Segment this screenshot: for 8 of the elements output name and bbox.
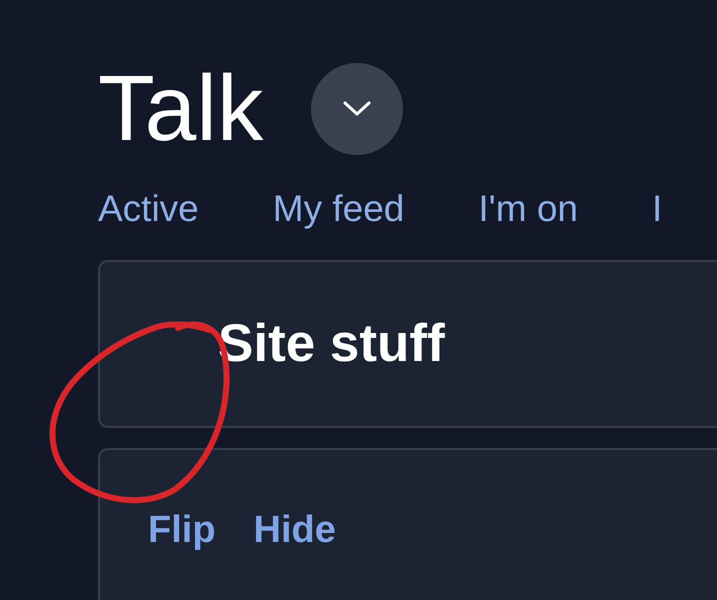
tab[interactable]: Active — [98, 189, 199, 230]
tab[interactable]: My feed — [272, 189, 404, 230]
action-link[interactable]: Flip — [148, 508, 216, 551]
page-title: Talk — [98, 62, 264, 155]
tab[interactable]: I'm on — [478, 189, 578, 230]
action-link[interactable]: Hide — [254, 508, 336, 551]
chevron-down-icon — [342, 100, 372, 118]
tab[interactable]: I — [652, 189, 662, 230]
